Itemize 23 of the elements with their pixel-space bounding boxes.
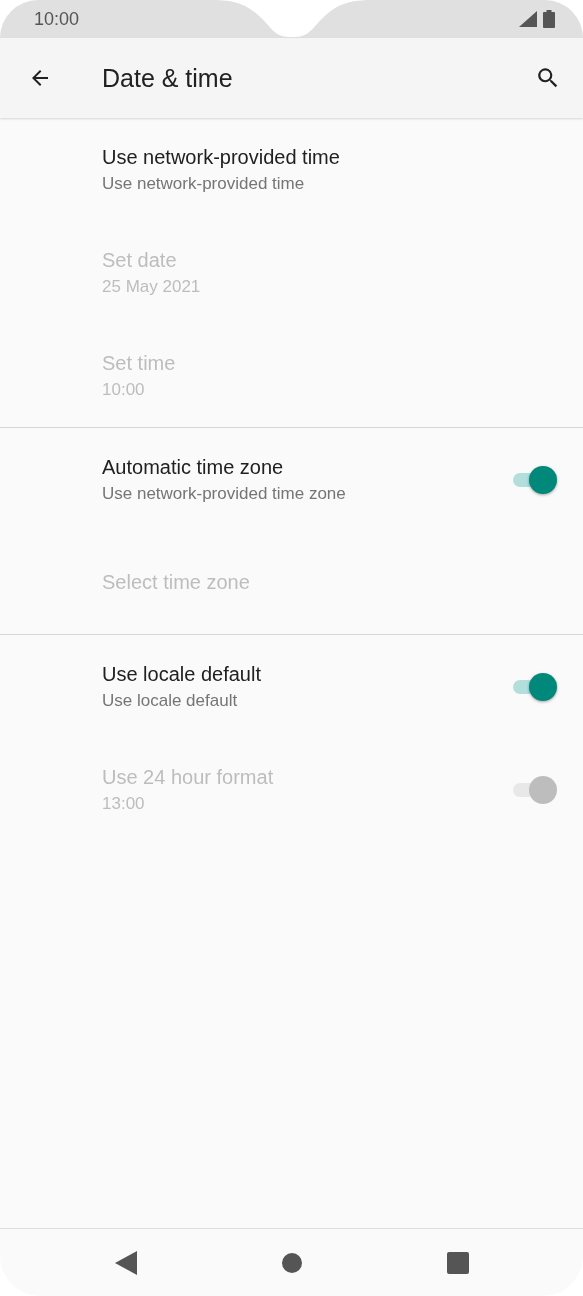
setting-summary: Use network-provided time [102, 173, 306, 194]
setting-summary: 10:00 [102, 379, 146, 400]
battery-icon [543, 10, 555, 28]
setting-title: Set time [102, 351, 177, 375]
status-time: 10:00 [34, 8, 80, 30]
recents-icon[interactable] [446, 1251, 469, 1274]
home-icon[interactable] [281, 1252, 302, 1273]
setting-title: Use network-provided time [102, 145, 341, 169]
setting-title: Use locale default [102, 662, 262, 686]
setting-summary: Use network-provided time zone [102, 483, 347, 504]
setting-title: Automatic time zone [102, 455, 285, 479]
setting-title: Use 24 hour format [102, 765, 275, 789]
settings-item[interactable]: Use network-provided time Use network-provided time [0, 118, 583, 221]
screen-title: Date & time [102, 63, 233, 93]
settings-item[interactable]: Use locale default Use locale default [0, 635, 583, 738]
setting-summary: 25 May 2021 [102, 276, 202, 297]
setting-summary: Use locale default [102, 690, 239, 711]
setting-title: Select time zone [102, 571, 251, 594]
back-icon[interactable] [114, 1250, 137, 1275]
settings-item[interactable]: Automatic time zone Use network-provided time zone [0, 428, 583, 531]
setting-summary: 13:00 [102, 793, 146, 814]
signal-icon [519, 11, 537, 27]
setting-title: Set date [102, 248, 178, 272]
